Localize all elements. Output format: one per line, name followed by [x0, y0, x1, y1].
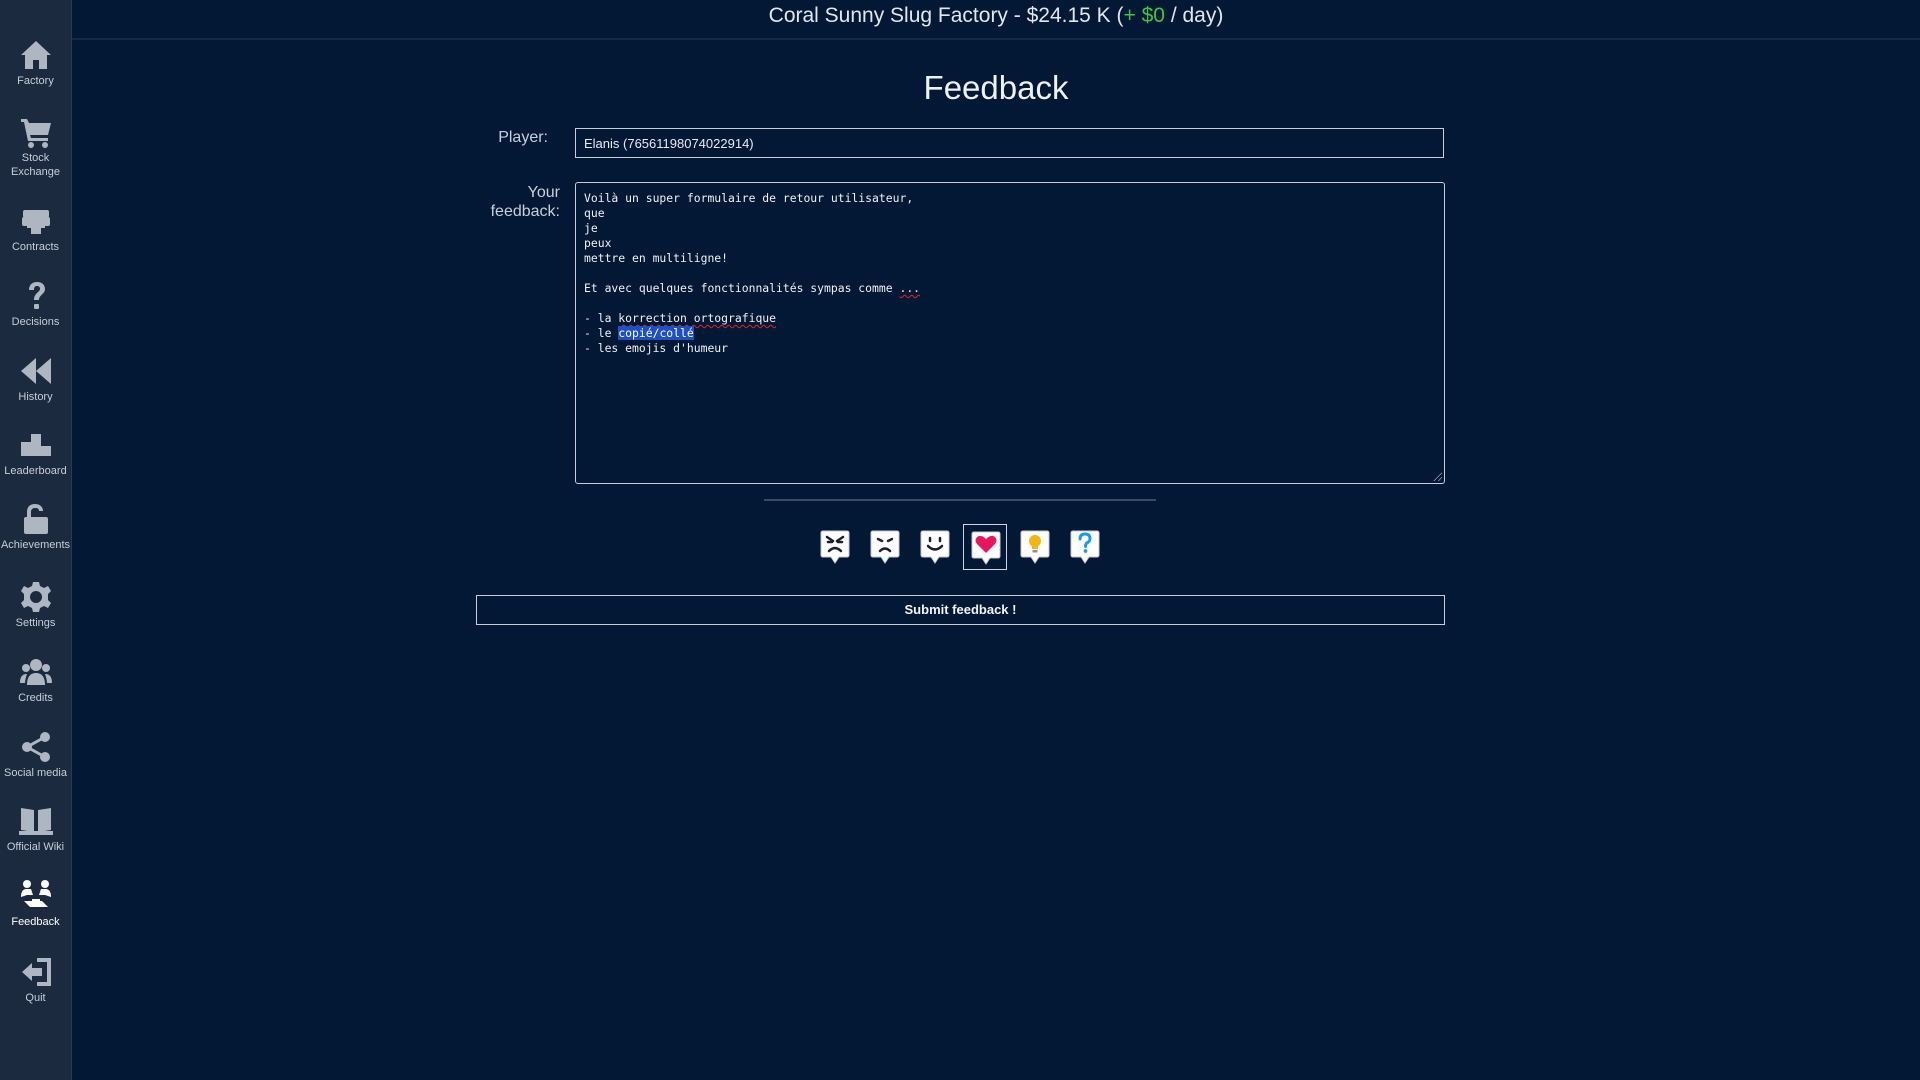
angry-face-icon [820, 530, 850, 564]
contracts-icon [21, 210, 50, 234]
feedback-textarea[interactable]: Voilà un super formulaire de retour util… [575, 182, 1445, 484]
sidebar-item-stock-exchange[interactable]: Stock Exchange [0, 115, 71, 179]
sidebar-item-label: Factory [17, 75, 54, 87]
rewind-icon [20, 358, 51, 384]
sidebar-item-label: Settings [15, 617, 56, 629]
header-separator: - [1007, 4, 1027, 27]
feedback-label: Your feedback: [490, 184, 560, 220]
lock-icon [23, 504, 48, 534]
question-icon [1070, 530, 1100, 564]
sidebar-item-label: Leaderboard [4, 465, 67, 477]
sidebar-item-label: History [18, 391, 53, 403]
feedback-line: Et avec quelques fonctionnalités sympas … [584, 281, 900, 295]
share-icon [21, 732, 50, 762]
page-title: Feedback [923, 69, 1069, 106]
sad-face-icon [870, 530, 900, 564]
book-icon [18, 808, 53, 835]
mood-love-button[interactable] [963, 524, 1007, 570]
lightbulb-icon [1020, 530, 1050, 564]
sidebar-item-label: Contracts [11, 241, 60, 253]
feedback-line: que [584, 206, 605, 220]
factory-status-header: Coral Sunny Slug Factory - $24.15 K (+ $… [72, 0, 1920, 40]
money-value: $24.15 K [1026, 4, 1111, 27]
feedback-line: - le [584, 326, 619, 340]
sidebar-item-credits[interactable]: Credits [0, 655, 71, 705]
factory-name: Coral Sunny Slug Factory [768, 4, 1008, 27]
quit-icon [21, 958, 51, 986]
feedback-line: - les emojis d'humeur [584, 341, 729, 355]
sidebar-item-contracts[interactable]: Contracts [0, 204, 71, 254]
feedback-text: Voilà un super formulaire de retour util… [584, 191, 1436, 356]
sidebar-item-settings[interactable]: Settings [0, 580, 71, 630]
divider [764, 499, 1156, 501]
sidebar-item-label: Credits [18, 692, 53, 704]
mood-angry-button[interactable] [813, 524, 857, 570]
daily-gain: + $0 [1123, 4, 1165, 27]
feedback-line: - la [584, 311, 619, 325]
feedback-icon [20, 880, 51, 907]
per-day-label: / day) [1164, 4, 1224, 27]
podium-icon [20, 434, 51, 456]
feedback-line: je [584, 221, 598, 235]
player-field[interactable] [575, 128, 1444, 158]
cart-icon [20, 119, 51, 148]
sidebar-item-quit[interactable]: Quit [0, 955, 71, 1005]
heart-icon [971, 531, 1001, 565]
spellcheck-marked-text: ... [899, 281, 921, 295]
mood-idea-button[interactable] [1013, 524, 1057, 570]
player-label: Player: [498, 129, 548, 146]
sidebar-item-label: Social media [4, 767, 67, 779]
happy-face-icon [920, 530, 950, 564]
sidebar-item-label: Official Wiki [6, 841, 65, 853]
question-icon [28, 282, 45, 309]
mood-sad-button[interactable] [863, 524, 907, 570]
sidebar-item-leaderboard[interactable]: Leaderboard [0, 428, 71, 478]
mood-happy-button[interactable] [913, 524, 957, 570]
sidebar-item-history[interactable]: History [0, 354, 71, 404]
users-icon [19, 659, 52, 685]
resize-handle[interactable] [1433, 472, 1442, 481]
sidebar-item-social-media[interactable]: Social media [0, 730, 71, 780]
sidebar-item-label: Feedback [11, 916, 60, 928]
sidebar-item-label: Achievements [0, 539, 71, 551]
mood-question-button[interactable] [1063, 524, 1107, 570]
feedback-line: mettre en multiligne! [584, 251, 729, 265]
selected-text: copié/collé [618, 326, 694, 340]
gear-icon [20, 582, 51, 612]
sidebar-item-label: Stock Exchange [11, 152, 60, 178]
submit-feedback-button[interactable]: Submit feedback ! [476, 595, 1445, 625]
sidebar-item-factory[interactable]: Factory [0, 38, 71, 88]
header-open-paren: ( [1110, 4, 1124, 27]
sidebar-item-label: Quit [25, 992, 46, 1004]
sidebar-item-official-wiki[interactable]: Official Wiki [0, 804, 71, 854]
sidebar-item-achievements[interactable]: Achievements [0, 502, 71, 552]
sidebar-item-decisions[interactable]: Decisions [0, 279, 71, 329]
sidebar: Factory Stock Exchange Contracts Decisio… [0, 0, 72, 1080]
feedback-line: Voilà un super formulaire de retour util… [584, 191, 914, 205]
home-icon [20, 41, 51, 69]
spellcheck-marked-text: korrection ortografique [618, 311, 777, 325]
sidebar-item-label: Decisions [11, 316, 60, 328]
sidebar-item-feedback[interactable]: Feedback [0, 879, 71, 929]
feedback-line: peux [584, 236, 612, 250]
